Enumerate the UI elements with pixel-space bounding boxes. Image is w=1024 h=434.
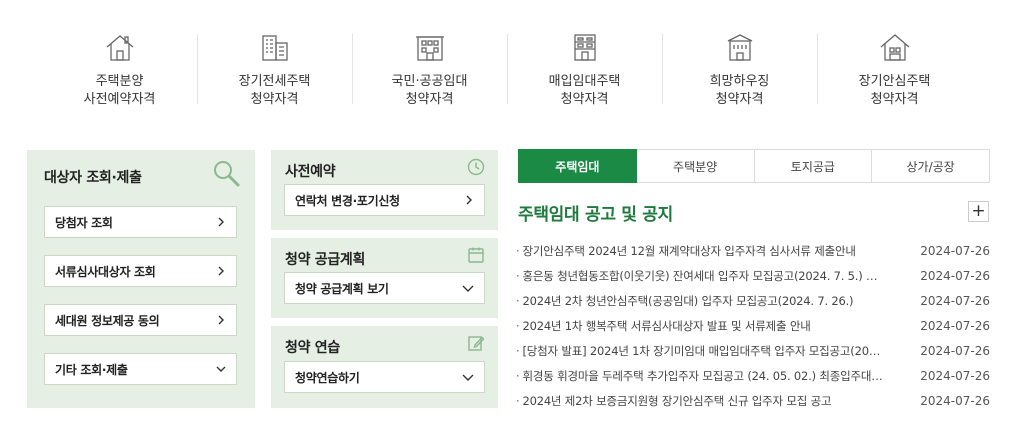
- office-building-icon: [567, 30, 603, 66]
- notice-item-title: 장기안심주택 2024년 12월 재계약대상자 입주자격 심사서류 제출안내: [522, 243, 856, 258]
- quick-menu-sublabel: 청약자격: [870, 92, 919, 107]
- household-consent-label: 세대원 정보제공 동의: [55, 313, 160, 328]
- applicant-lookup-panel: 대상자 조회·제출 당첨자 조회 서류심사대상자 조회 세대원 정보제공 동의 …: [27, 150, 255, 408]
- notice-tabs: 주택임대 주택분양 토지공급 상가/공장: [518, 149, 990, 183]
- quick-menu: 주택분양 사전예약자격 장기전세주택 청약자격 국민·공공임대 청약자격 매입임…: [42, 28, 972, 120]
- notice-item[interactable]: · [당첨자 발표] 2024년 1차 장기미임대 매입임대주택 입주자 모집공고…: [516, 338, 990, 363]
- tab-housing-sale[interactable]: 주택분양: [636, 149, 755, 183]
- notice-item-date: 2024-07-26: [920, 318, 990, 333]
- chevron-right-icon: [218, 266, 224, 276]
- notice-item[interactable]: · 휘경동 휘경마을 두레주택 추가입주자 모집공고 (24. 05. 02.) …: [516, 363, 990, 388]
- notice-item-title: 휘경동 휘경마을 두레주택 추가입주자 모집공고 (24. 05. 02.) 최…: [522, 368, 883, 383]
- notice-item-title: 2024년 1차 행복주택 서류심사대상자 발표 및 서류제출 안내: [522, 318, 811, 333]
- chevron-down-icon: [462, 374, 474, 381]
- bullet-icon: ·: [516, 343, 520, 358]
- applicant-lookup-title: 대상자 조회·제출: [44, 170, 142, 186]
- quick-menu-label-1: 주택분양: [95, 74, 144, 89]
- notice-list: · 장기안심주택 2024년 12월 재계약대상자 입주자격 심사서류 제출안내 …: [516, 238, 990, 413]
- quick-menu-sublabel: 청약자격: [715, 92, 764, 107]
- quick-menu-label-6: 장기안심주택: [858, 74, 931, 89]
- supply-plan-panel: 청약 공급계획 청약 공급계획 보기: [271, 238, 498, 318]
- quick-menu-sublabel: 청약자격: [405, 92, 454, 107]
- winner-lookup-button[interactable]: 당첨자 조회: [44, 206, 237, 238]
- tab-rental-housing[interactable]: 주택임대: [518, 149, 637, 183]
- notice-item[interactable]: · 2024년 제2차 보증금지원형 장기안심주택 신규 입주자 모집 공고 20…: [516, 388, 990, 413]
- practice-label: 청약연습하기: [295, 370, 360, 385]
- supply-plan-title: 청약 공급계획: [285, 252, 366, 268]
- practice-dropdown[interactable]: 청약연습하기: [284, 361, 485, 393]
- notice-item-date: 2024-07-26: [920, 393, 990, 408]
- reservation-title: 사전예약: [285, 164, 336, 180]
- supply-plan-label: 청약 공급계획 보기: [295, 281, 389, 296]
- quick-menu-label-4: 매입임대주택: [548, 74, 621, 89]
- quick-menu-item-long-jeonse[interactable]: 장기전세주택 청약자격: [197, 28, 352, 120]
- chevron-right-icon: [218, 315, 224, 325]
- quick-menu-item-hope-housing[interactable]: 희망하우징 청약자격: [662, 28, 817, 120]
- quick-menu-label-2: 장기전세주택: [238, 74, 311, 89]
- edit-icon: [467, 334, 485, 352]
- search-icon: [211, 158, 241, 188]
- notice-board-title: 주택임대 공고 및 공지: [518, 205, 673, 225]
- notice-item-title: 2024년 2차 청년안심주택(공공임대) 입주자 모집공고(2024. 7. …: [522, 293, 854, 308]
- quick-menu-sublabel: 청약자격: [250, 92, 299, 107]
- notice-item[interactable]: · 2024년 1차 행복주택 서류심사대상자 발표 및 서류제출 안내 2024…: [516, 313, 990, 338]
- notice-item-title: 홍은동 청년협동조합(이웃기웃) 잔여세대 입주자 모집공고(2024. 7. …: [522, 268, 878, 283]
- notice-item-date: 2024-07-26: [920, 368, 990, 383]
- practice-panel: 청약 연습 청약연습하기: [271, 326, 498, 408]
- quick-menu-item-presale[interactable]: 주택분양 사전예약자격: [42, 28, 197, 120]
- notice-item[interactable]: · 홍은동 청년협동조합(이웃기웃) 잔여세대 입주자 모집공고(2024. 7.…: [516, 263, 990, 288]
- clock-icon: [467, 158, 485, 176]
- supply-plan-dropdown[interactable]: 청약 공급계획 보기: [284, 272, 485, 304]
- bullet-icon: ·: [516, 368, 520, 383]
- contact-change-label: 연락처 변경·포기신청: [295, 193, 400, 208]
- other-lookup-dropdown[interactable]: 기타 조회·제출: [44, 353, 237, 385]
- other-lookup-label: 기타 조회·제출: [55, 362, 128, 377]
- household-consent-button[interactable]: 세대원 정보제공 동의: [44, 304, 237, 336]
- quick-menu-item-purchase-rental[interactable]: 매입임대주택 청약자격: [507, 28, 662, 120]
- notice-item-date: 2024-07-26: [920, 243, 990, 258]
- notice-item[interactable]: · 2024년 2차 청년안심주택(공공임대) 입주자 모집공고(2024. 7.…: [516, 288, 990, 313]
- bullet-icon: ·: [516, 318, 520, 333]
- notice-item-date: 2024-07-26: [920, 293, 990, 308]
- contact-change-button[interactable]: 연락처 변경·포기신청: [284, 184, 485, 216]
- bullet-icon: ·: [516, 243, 520, 258]
- notice-item-date: 2024-07-26: [920, 343, 990, 358]
- notice-item[interactable]: · 장기안심주택 2024년 12월 재계약대상자 입주자격 심사서류 제출안내 …: [516, 238, 990, 263]
- bullet-icon: ·: [516, 293, 520, 308]
- quick-menu-label-3: 국민·공공임대: [391, 74, 468, 89]
- chevron-right-icon: [466, 195, 472, 205]
- quick-menu-sublabel: 청약자격: [560, 92, 609, 107]
- bullet-icon: ·: [516, 393, 520, 408]
- practice-title: 청약 연습: [285, 340, 340, 356]
- chevron-down-icon: [216, 366, 226, 372]
- notice-item-date: 2024-07-26: [920, 268, 990, 283]
- quick-menu-label-5: 희망하우징: [709, 74, 770, 89]
- more-button[interactable]: +: [968, 201, 989, 222]
- quick-menu-sublabel: 사전예약자격: [83, 92, 156, 107]
- house-icon: [102, 30, 138, 66]
- chevron-right-icon: [218, 217, 224, 227]
- winner-lookup-label: 당첨자 조회: [55, 215, 113, 230]
- notice-item-title: 2024년 제2차 보증금지원형 장기안심주택 신규 입주자 모집 공고: [522, 393, 832, 408]
- apartment-icon: [257, 30, 293, 66]
- chevron-down-icon: [462, 285, 474, 292]
- quick-menu-item-public-rental[interactable]: 국민·공공임대 청약자격: [352, 28, 507, 120]
- notice-item-title: [당첨자 발표] 2024년 1차 장기미임대 매입임대주택 입주자 모집공고(…: [522, 343, 881, 358]
- bullet-icon: ·: [516, 268, 520, 283]
- tab-land-supply[interactable]: 토지공급: [754, 149, 873, 183]
- document-review-lookup-label: 서류심사대상자 조회: [55, 264, 156, 279]
- secure-house-icon: [877, 30, 913, 66]
- calendar-icon: [467, 246, 485, 264]
- quick-menu-item-secure-house[interactable]: 장기안심주택 청약자격: [817, 28, 972, 120]
- tab-commercial-factory[interactable]: 상가/공장: [872, 149, 990, 183]
- building-icon: [412, 30, 448, 66]
- reservation-panel: 사전예약 연락처 변경·포기신청: [271, 150, 498, 230]
- dormitory-icon: [722, 30, 758, 66]
- document-review-lookup-button[interactable]: 서류심사대상자 조회: [44, 255, 237, 287]
